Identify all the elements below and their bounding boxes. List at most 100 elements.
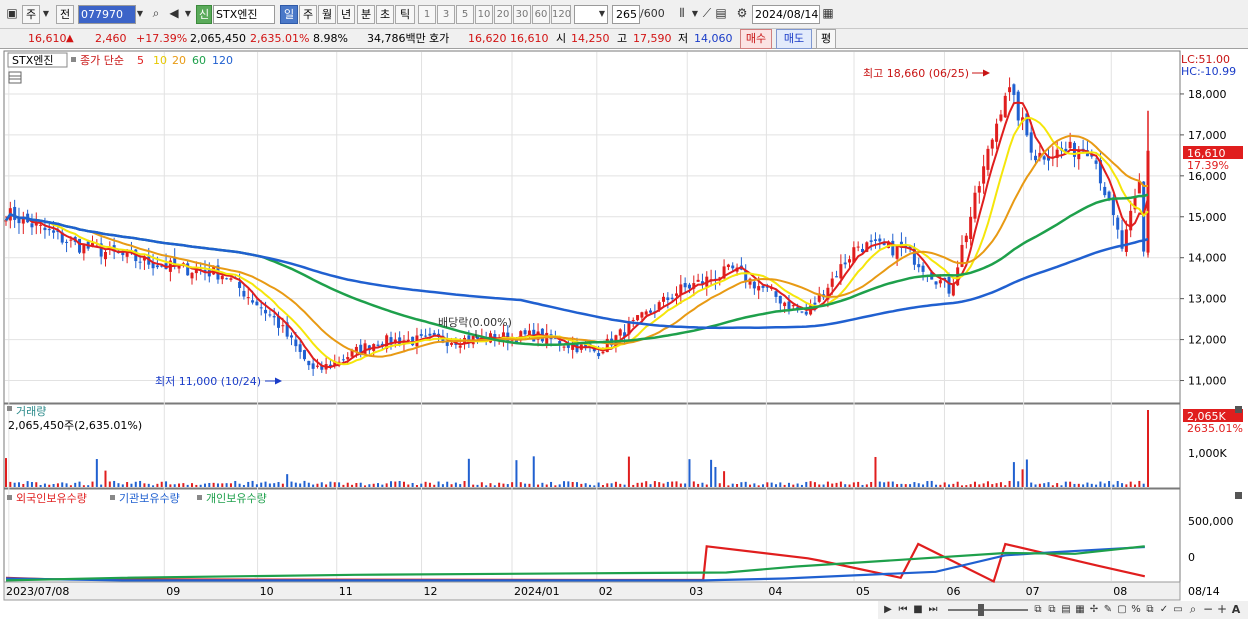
grid-icon[interactable]: ▦ (1074, 601, 1086, 620)
x-tick-label: 05 (856, 585, 870, 598)
candle-body (649, 310, 653, 313)
volume-bar (307, 482, 310, 487)
volume-bar (809, 481, 812, 487)
candle-body (921, 265, 925, 272)
candle-body (618, 329, 622, 336)
holdings-panel-close-icon[interactable] (1235, 492, 1242, 499)
y-tick-label: 17,000 (1188, 129, 1227, 142)
candle-body (30, 223, 34, 228)
volume-bar (1134, 484, 1137, 487)
font-size-icon[interactable]: A (1230, 601, 1242, 620)
volume-panel (3, 403, 1181, 489)
copy-icon[interactable]: ⧉ (1144, 601, 1156, 620)
candle-body (791, 305, 795, 307)
current-pct-tag-text: 17.39% (1187, 159, 1229, 172)
chart-navigation-bar: ▶ ⏮ ■ ⏭ ⧉ ⧉ ▤ ▦ ✢ ✎ ▢ % ⧉ ✓ ▭ ⌕ − + A (878, 601, 1248, 619)
candle-body (839, 264, 843, 279)
volume-bar (723, 471, 726, 487)
layout-icon[interactable]: ▤ (1060, 601, 1072, 620)
scroll-last-icon[interactable]: ⏭ (926, 601, 940, 620)
zoom-slider-handle[interactable] (978, 604, 984, 616)
volume-bar (281, 483, 284, 487)
x-tick-label: 2024/01 (514, 585, 560, 598)
legend-ma10: 10 (153, 54, 167, 67)
edit-icon[interactable]: ✎ (1102, 601, 1114, 620)
volume-bar (580, 483, 583, 487)
candle-body (761, 285, 765, 288)
candle-body (895, 245, 899, 259)
volume-bar (199, 484, 202, 487)
volume-bar (688, 459, 691, 487)
volume-bar (511, 482, 514, 487)
candle-body (674, 293, 678, 296)
volume-bar (91, 481, 94, 487)
volume-bar (264, 481, 267, 487)
volume-bar (43, 483, 46, 487)
volume-bar (121, 484, 124, 487)
volume-bar (1147, 410, 1149, 487)
volume-bar (653, 481, 656, 487)
candle-body (39, 224, 43, 226)
candle-body (800, 311, 804, 313)
volume-bar (675, 481, 678, 487)
stop-icon[interactable]: ■ (912, 601, 924, 620)
candle-body (281, 325, 285, 327)
volume-bar (658, 482, 661, 487)
volume-bar (757, 485, 760, 487)
zoom-in-icon[interactable]: + (1216, 601, 1228, 620)
overlay-icon[interactable]: ⧉ (1046, 601, 1058, 620)
pin-icon[interactable]: ✓ (1158, 601, 1170, 620)
copy-icon[interactable]: ⧉ (1032, 601, 1044, 620)
chart-style-icon[interactable]: ▭ (1172, 601, 1184, 620)
candle-body (242, 290, 246, 297)
candle-body (1077, 150, 1081, 160)
candle-body (225, 278, 229, 280)
volume-bar (697, 483, 700, 487)
volume-bar (320, 482, 323, 487)
volume-bar (956, 481, 959, 487)
table-icon[interactable] (8, 71, 22, 84)
volume-bar (229, 483, 232, 487)
volume-bar (935, 484, 938, 487)
candle-body (1012, 84, 1016, 95)
candle-body (757, 286, 761, 291)
volume-panel-close-icon[interactable] (1235, 406, 1242, 413)
candle-body (65, 241, 69, 243)
x-tick-label: 08/14 (1188, 585, 1220, 598)
window-icon[interactable]: ▢ (1116, 601, 1128, 620)
x-axis-bar (3, 581, 1181, 601)
volume-bar (740, 482, 743, 487)
volume-bar (420, 483, 423, 487)
volume-bar (346, 482, 349, 487)
scroll-right-icon[interactable]: ▶ (882, 601, 894, 620)
volume-bar (450, 484, 453, 487)
zoom-slider[interactable] (948, 609, 1028, 611)
volume-bar (705, 484, 708, 487)
candle-body (662, 296, 666, 302)
volume-bar (537, 484, 540, 487)
volume-bar (493, 485, 496, 487)
candle-body (290, 335, 293, 338)
candle-body (376, 344, 380, 346)
scroll-first-icon[interactable]: ⏮ (896, 601, 910, 620)
volume-bar (541, 482, 544, 487)
volume-bar (476, 484, 479, 487)
candle-body (804, 311, 808, 315)
candle-body (268, 314, 272, 316)
stock-chart[interactable]: 18,00017,00016,00015,00014,00013,00012,0… (0, 0, 1248, 621)
percent-icon[interactable]: % (1130, 601, 1142, 620)
volume-bar (17, 482, 20, 487)
volume-bar (203, 483, 206, 487)
volume-bar (623, 484, 626, 487)
volume-bar (649, 484, 652, 487)
volume-bar (965, 485, 968, 487)
volume-bar (978, 484, 981, 487)
candle-body (787, 301, 791, 309)
zoom-out-icon[interactable]: − (1202, 601, 1214, 620)
volume-bar (818, 484, 821, 487)
zoom-icon[interactable]: ⌕ (1186, 601, 1200, 620)
crosshair-icon[interactable]: ✢ (1088, 601, 1100, 620)
volume-bar (671, 481, 674, 487)
holdings-legend-marker (197, 495, 202, 500)
candle-body (294, 339, 298, 347)
